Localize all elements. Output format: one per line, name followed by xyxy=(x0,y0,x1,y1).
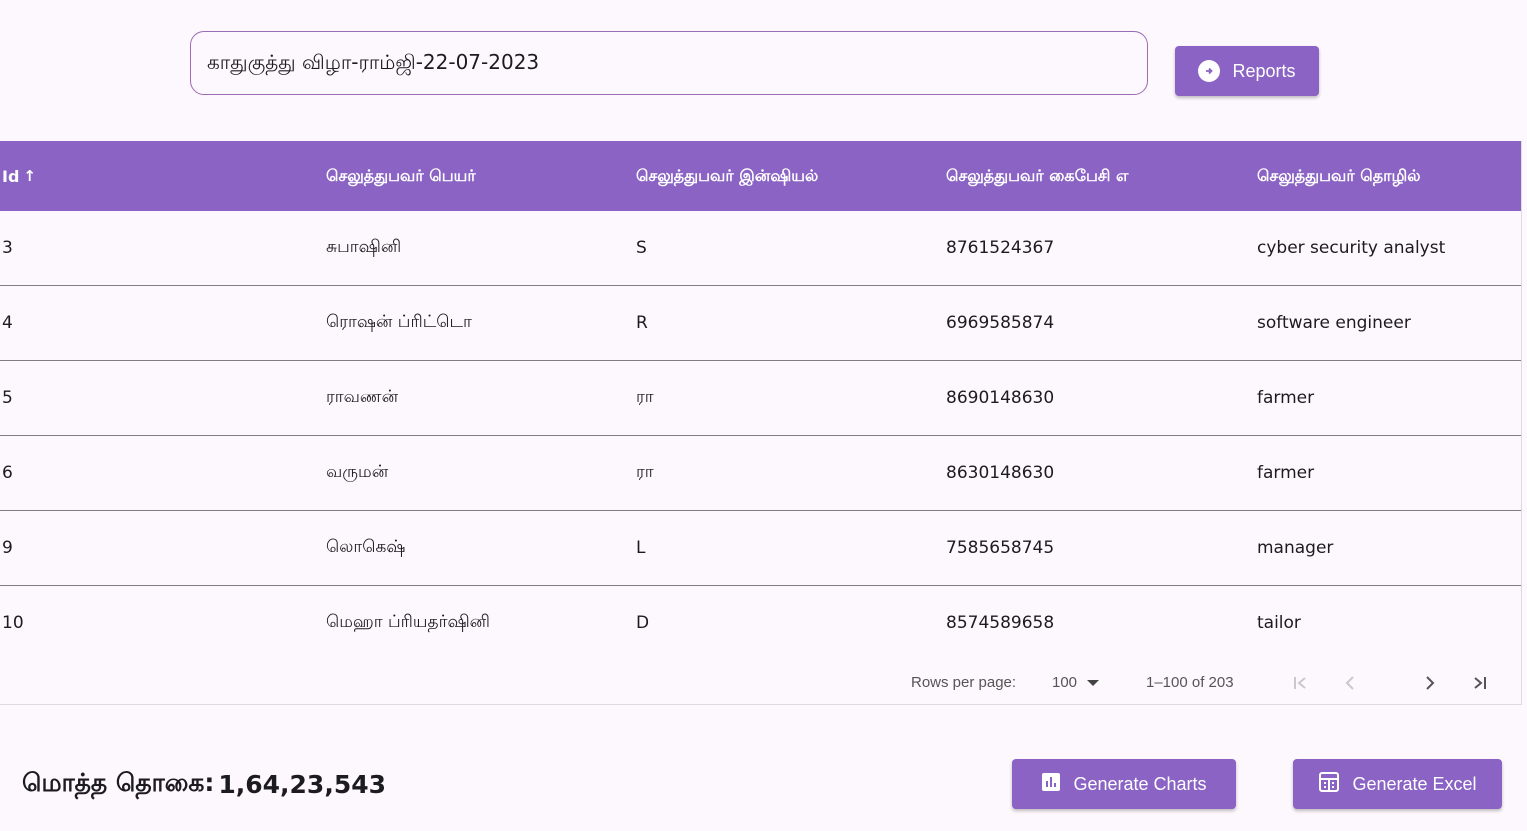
rows-per-page-value: 100 xyxy=(1052,674,1078,691)
cell-id: 3 xyxy=(2,238,13,258)
cell-payer-occupation: software engineer xyxy=(1257,313,1411,333)
reports-button[interactable]: Reports xyxy=(1175,46,1319,96)
column-header-label: Id xyxy=(2,166,20,186)
cell-payer-occupation: tailor xyxy=(1257,613,1301,633)
generate-charts-label: Generate Charts xyxy=(1073,773,1207,794)
cell-id: 4 xyxy=(2,313,13,333)
cell-payer-initial: L xyxy=(636,538,646,558)
cell-payer-occupation: cyber security analyst xyxy=(1257,238,1446,258)
cell-payer-mobile: 6969585874 xyxy=(946,313,1055,333)
first-page-icon[interactable] xyxy=(1290,661,1310,704)
last-page-icon[interactable] xyxy=(1470,661,1490,704)
cell-payer-mobile: 8761524367 xyxy=(946,238,1055,258)
cell-payer-mobile: 7585658745 xyxy=(946,538,1055,558)
cell-payer-occupation: manager xyxy=(1257,538,1334,558)
cell-payer-mobile: 8690148630 xyxy=(946,388,1055,408)
spreadsheet-icon xyxy=(1318,771,1340,798)
cell-id: 9 xyxy=(2,538,13,558)
cell-payer-occupation: farmer xyxy=(1257,388,1315,408)
column-header-payer-occupation[interactable]: செலுத்துபவர் தொழில் xyxy=(1257,141,1421,211)
cell-payer-initial: ரா xyxy=(636,387,654,407)
cell-payer-occupation: farmer xyxy=(1257,463,1315,483)
previous-page-icon[interactable] xyxy=(1340,661,1360,704)
cell-payer-name: ரொஷன் ப்ரிட்டொ xyxy=(326,312,472,332)
table-row[interactable]: 4 ரொஷன் ப்ரிட்டொ R 6969585874 software e… xyxy=(0,286,1521,361)
column-header-payer-mobile[interactable]: செலுத்துபவர் கைபேசி எ xyxy=(946,141,1128,211)
total-amount: மொத்த தொகை: 1,64,23,543 xyxy=(22,764,386,804)
column-header-payer-name[interactable]: செலுத்துபவர் பெயர் xyxy=(326,141,476,211)
cell-payer-name: லொகெஷ் xyxy=(326,537,406,557)
column-header-label: செலுத்துபவர் கைபேசி எ xyxy=(946,165,1129,185)
table-header: Id ↑ செலுத்துபவர் பெயர் செலுத்துபவர் இன்… xyxy=(0,141,1521,211)
cell-payer-initial: S xyxy=(636,238,647,258)
caret-down-icon xyxy=(1087,679,1100,686)
payments-table: Id ↑ செலுத்துபவர் பெயர் செலுத்துபவர் இன்… xyxy=(0,141,1522,705)
cell-payer-name: சுபாஷினி xyxy=(326,237,402,257)
cell-id: 5 xyxy=(2,388,13,408)
generate-excel-label: Generate Excel xyxy=(1352,773,1477,794)
table-body: 3 சுபாஷினி S 8761524367 cyber security a… xyxy=(0,211,1521,661)
generate-charts-button[interactable]: Generate Charts xyxy=(1012,759,1236,809)
cell-payer-initial: ரா xyxy=(636,462,654,482)
column-header-label: செலுத்துபவர் தொழில் xyxy=(1257,165,1421,185)
cell-payer-name: மெஹா ப்ரியதர்ஷினி xyxy=(326,612,491,632)
bar-chart-icon xyxy=(1041,772,1061,797)
cell-payer-name: வருமன் xyxy=(326,462,389,482)
sort-ascending-icon[interactable]: ↑ xyxy=(23,167,36,185)
event-title-field[interactable]: காதுகுத்து விழா-ராம்ஜி-22-07-2023 xyxy=(190,31,1148,95)
page-range-label: 1–100 of 203 xyxy=(1146,674,1234,691)
cell-payer-mobile: 8630148630 xyxy=(946,463,1055,483)
table-row[interactable]: 5 ராவணன் ரா 8690148630 farmer xyxy=(0,361,1521,436)
column-header-payer-initial[interactable]: செலுத்துபவர் இன்ஷியல் xyxy=(636,141,818,211)
column-header-id[interactable]: Id ↑ xyxy=(2,141,36,211)
cell-id: 10 xyxy=(2,613,24,633)
cell-payer-name: ராவணன் xyxy=(326,387,399,407)
cell-id: 6 xyxy=(2,463,13,483)
total-amount-label: மொத்த தொகை: xyxy=(22,767,215,797)
table-pagination: Rows per page: 100 1–100 of 203 xyxy=(0,661,1521,704)
cell-payer-initial: D xyxy=(636,613,650,633)
cell-payer-mobile: 8574589658 xyxy=(946,613,1055,633)
arrow-circle-right-icon xyxy=(1198,60,1221,82)
generate-excel-button[interactable]: Generate Excel xyxy=(1293,759,1502,809)
total-amount-value: 1,64,23,543 xyxy=(218,769,387,799)
rows-per-page-select[interactable]: 100 xyxy=(1052,661,1100,704)
table-row[interactable]: 9 லொகெஷ் L 7585658745 manager xyxy=(0,511,1521,586)
table-row[interactable]: 6 வருமன் ரா 8630148630 farmer xyxy=(0,436,1521,511)
column-header-label: செலுத்துபவர் பெயர் xyxy=(326,165,476,185)
table-row[interactable]: 10 மெஹா ப்ரியதர்ஷினி D 8574589658 tailor xyxy=(0,586,1521,661)
table-row[interactable]: 3 சுபாஷினி S 8761524367 cyber security a… xyxy=(0,211,1521,286)
reports-button-label: Reports xyxy=(1232,60,1296,81)
column-header-label: செலுத்துபவர் இன்ஷியல் xyxy=(636,165,819,185)
rows-per-page-label: Rows per page: xyxy=(911,674,1017,691)
event-title-text: காதுகுத்து விழா-ராம்ஜி-22-07-2023 xyxy=(207,49,540,74)
next-page-icon[interactable] xyxy=(1420,661,1440,704)
cell-payer-initial: R xyxy=(636,313,648,333)
